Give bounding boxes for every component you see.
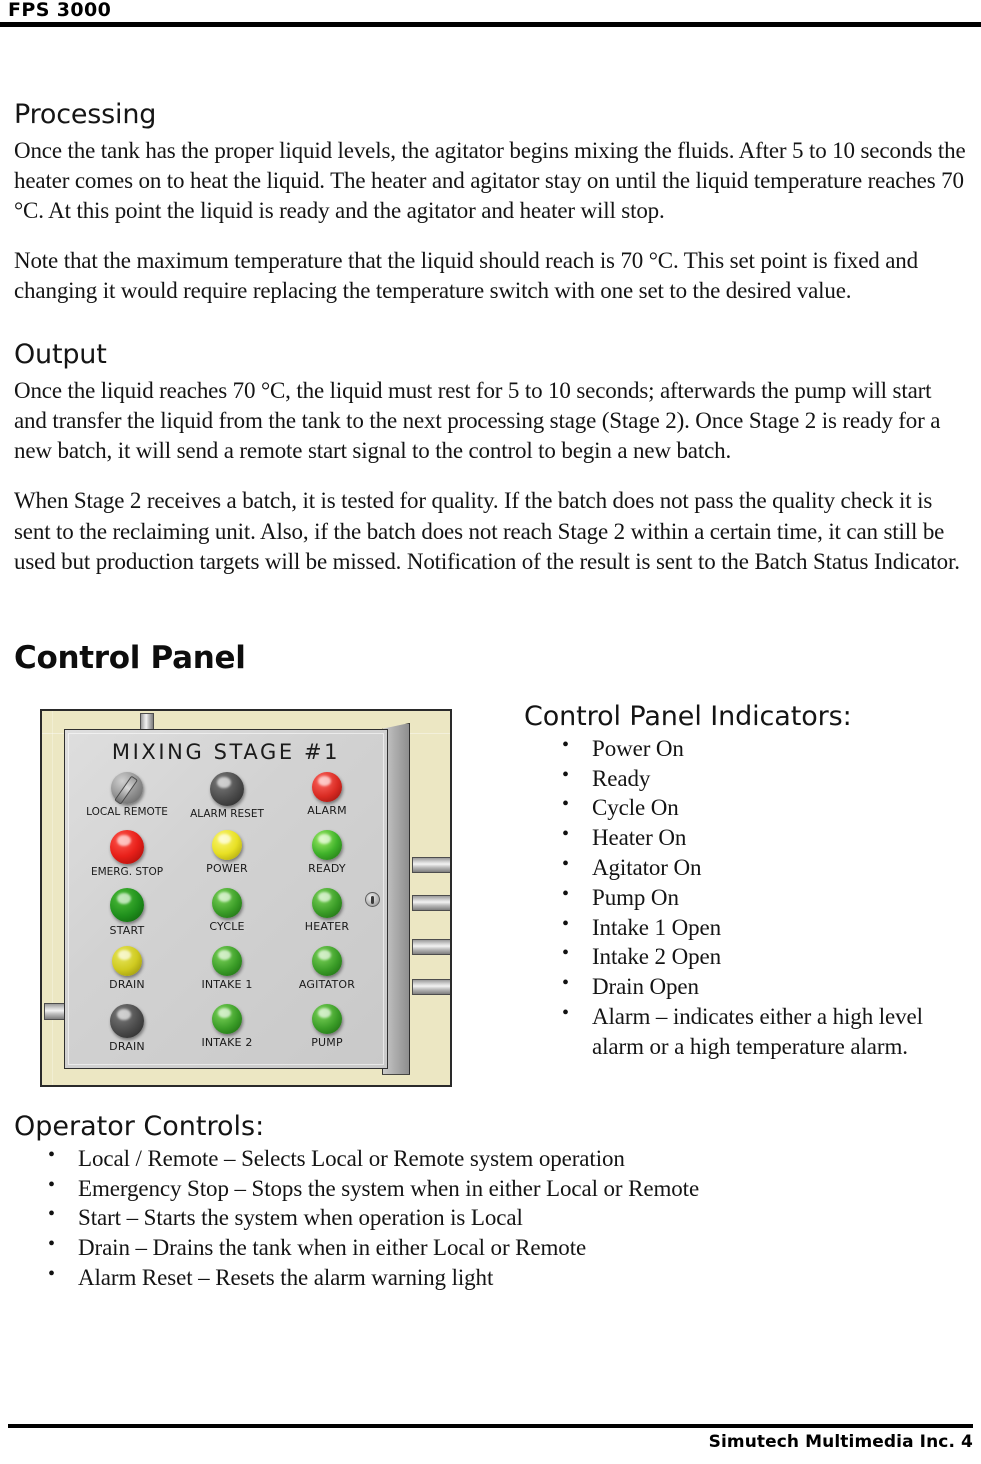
indicator-lamp-icon — [212, 1003, 242, 1034]
control-label: DRAIN — [109, 977, 145, 991]
control-label: ALARM — [307, 803, 347, 817]
control-power: POWER — [177, 829, 277, 888]
control-intake-2: INTAKE 2 — [177, 1003, 277, 1062]
panel-control-grid: LOCAL REMOTE ALARM RESET ALARM EMERG. ST… — [77, 771, 377, 1062]
conduit-pipe-right-4-icon — [412, 978, 450, 995]
list-item: Power On — [558, 733, 974, 764]
heading-processing: Processing — [14, 99, 157, 130]
control-label: AGITATOR — [298, 977, 356, 991]
control-emergency-stop[interactable]: EMERG. STOP — [77, 829, 177, 888]
list-item: Alarm – indicates either a high level al… — [558, 1001, 974, 1062]
list-item: Alarm Reset – Resets the alarm warning l… — [44, 1262, 969, 1293]
list-item: Heater On — [558, 822, 974, 853]
control-ready: READY — [277, 829, 377, 888]
heading-output: Output — [14, 339, 107, 371]
document-body: Processing Once the tank has the proper … — [14, 100, 969, 1293]
list-item: Cycle On — [558, 792, 974, 823]
conduit-pipe-right-2-icon — [412, 894, 450, 911]
indicator-lamp-icon — [212, 829, 242, 860]
control-drain-selector[interactable]: DRAIN — [77, 945, 177, 1004]
pushbutton-icon[interactable] — [110, 1003, 144, 1038]
control-drain-button[interactable]: DRAIN — [77, 1003, 177, 1062]
control-label: START — [109, 923, 145, 937]
indicator-lamp-icon — [312, 771, 342, 802]
indicators-list: Power On Ready Cycle On Heater On Agitat… — [524, 733, 974, 1062]
list-item: Local / Remote – Selects Local or Remote… — [44, 1143, 969, 1174]
list-item: Drain Open — [558, 971, 974, 1002]
indicator-lamp-icon — [312, 829, 342, 860]
indicators-title: Control Panel Indicators: — [524, 700, 852, 732]
operator-controls-section: Operator Controls: Local / Remote – Sele… — [14, 1111, 969, 1293]
processing-paragraph-2: Note that the maximum temperature that t… — [14, 248, 919, 304]
control-label: ALARM RESET — [190, 807, 264, 820]
control-label: INTAKE 2 — [201, 1035, 253, 1049]
footer-divider — [8, 1424, 973, 1428]
control-label: PUMP — [311, 1035, 343, 1049]
control-agitator: AGITATOR — [277, 945, 377, 1004]
pushbutton-icon[interactable] — [112, 945, 142, 976]
heading-control-panel: Control Panel — [14, 639, 246, 676]
control-panel-indicators: Control Panel Indicators: Power On Ready… — [524, 701, 974, 1062]
control-label: READY — [308, 861, 346, 875]
list-item: Intake 2 Open — [558, 941, 974, 972]
selector-switch-icon[interactable] — [111, 771, 143, 805]
list-item: Start – Starts the system when operation… — [44, 1202, 969, 1233]
control-panel-figure: MIXING STAGE #1 LOCAL REMOTE ALARM RESET — [40, 708, 452, 1087]
list-item: Drain – Drains the tank when in either L… — [44, 1232, 969, 1263]
list-item: Pump On — [558, 882, 974, 913]
control-cycle: CYCLE — [177, 887, 277, 946]
pushbutton-icon[interactable] — [110, 829, 144, 864]
control-label: HEATER — [304, 919, 350, 933]
panel-enclosure: MIXING STAGE #1 LOCAL REMOTE ALARM RESET — [64, 722, 410, 1075]
pushbutton-icon[interactable] — [110, 887, 144, 922]
control-label: INTAKE 1 — [201, 977, 253, 991]
control-alarm-reset[interactable]: ALARM RESET — [177, 771, 277, 830]
control-local-remote[interactable]: LOCAL REMOTE — [77, 771, 177, 830]
operator-controls-list: Local / Remote – Selects Local or Remote… — [14, 1143, 969, 1293]
output-paragraph-2: When Stage 2 receives a batch, it is tes… — [14, 488, 960, 574]
indicator-lamp-icon — [212, 945, 242, 976]
enclosure-front-face: MIXING STAGE #1 LOCAL REMOTE ALARM RESET — [64, 728, 388, 1069]
control-heater: HEATER — [277, 887, 377, 946]
control-start[interactable]: START — [77, 887, 177, 946]
control-label: EMERG. STOP — [90, 865, 164, 878]
output-paragraph-1: Once the liquid reaches 70 °C, the liqui… — [14, 378, 941, 464]
indicator-lamp-icon — [212, 887, 242, 918]
panel-title: MIXING STAGE #1 — [111, 739, 341, 764]
processing-paragraph-1: Once the tank has the proper liquid leve… — [14, 137, 966, 223]
list-item: Emergency Stop – Stops the system when i… — [44, 1173, 969, 1204]
list-item: Ready — [558, 763, 974, 794]
control-label: CYCLE — [209, 919, 245, 933]
control-panel-row: MIXING STAGE #1 LOCAL REMOTE ALARM RESET — [14, 701, 969, 1091]
header-divider — [0, 22, 981, 27]
operator-controls-title: Operator Controls: — [14, 1110, 265, 1142]
footer-text: Simutech Multimedia Inc. 4 — [708, 1432, 973, 1452]
indicator-lamp-icon — [312, 1003, 342, 1034]
control-label: DRAIN — [109, 1039, 145, 1053]
indicator-lamp-icon — [312, 945, 342, 976]
pushbutton-icon[interactable] — [210, 771, 244, 806]
conduit-pipe-right-1-icon — [412, 856, 450, 873]
control-intake-1: INTAKE 1 — [177, 945, 277, 1004]
list-item: Intake 1 Open — [558, 912, 974, 943]
indicator-lamp-icon — [312, 887, 342, 918]
control-pump: PUMP — [277, 1003, 377, 1062]
control-alarm: ALARM — [277, 771, 377, 830]
conduit-pipe-right-3-icon — [412, 938, 450, 955]
page-footer: Simutech Multimedia Inc. 4 — [0, 1416, 981, 1464]
document-title: FPS 3000 — [8, 0, 112, 21]
control-label: LOCAL REMOTE — [86, 805, 168, 818]
control-label: POWER — [206, 861, 248, 875]
list-item: Agitator On — [558, 852, 974, 883]
